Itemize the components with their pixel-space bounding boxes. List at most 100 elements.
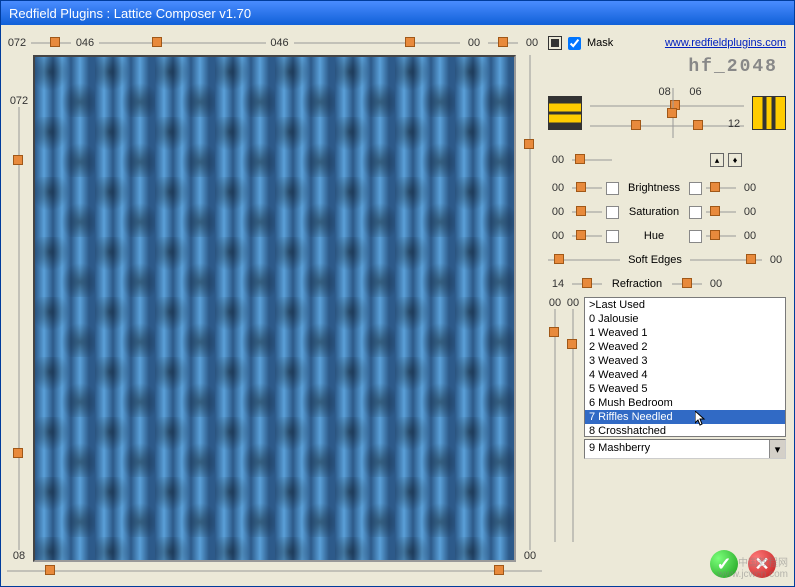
brightness-row: 00 Brightness 00: [548, 177, 786, 199]
mid-left-slider[interactable]: [572, 154, 612, 166]
hue-r: 00: [740, 230, 760, 242]
lattice-pattern: [35, 57, 514, 560]
top-val-2: 046: [75, 37, 95, 49]
top-val-4: 00: [464, 37, 484, 49]
preset-item[interactable]: >Last Used: [585, 298, 785, 312]
preset-item[interactable]: 5 Weaved 5: [585, 382, 785, 396]
hue-slider-l[interactable]: [572, 230, 602, 242]
tiny-toggle-2[interactable]: ♦: [728, 153, 742, 167]
left-column: 072 046 046 00 00 072 08: [7, 31, 542, 580]
refraction-r: 00: [706, 278, 726, 290]
hue-row: 00 Hue 00: [548, 225, 786, 247]
refraction-l: 14: [548, 278, 568, 290]
client-area: 072 046 046 00 00 072 08: [1, 25, 794, 586]
title-bar[interactable]: Redfield Plugins : Lattice Composer v1.7…: [1, 1, 794, 25]
ok-button[interactable]: ✓: [710, 550, 738, 578]
preset-combo-text: 9 Mashberry: [585, 440, 769, 458]
preset-combo[interactable]: 9 Mashberry ▾: [584, 439, 786, 459]
softedges-r: 00: [766, 254, 786, 266]
preset-item[interactable]: 3 Weaved 3: [585, 354, 785, 368]
right-column: Mask www.redfieldplugins.com hf_2048 08 …: [546, 31, 788, 580]
website-link[interactable]: www.redfieldplugins.com: [665, 37, 786, 49]
brightness-label: Brightness: [623, 182, 685, 194]
mask-label: Mask: [587, 37, 613, 49]
left-vslider-top-val: 072: [9, 95, 29, 107]
swatch-row: 08 06 12: [548, 83, 786, 143]
brightness-check[interactable]: [606, 182, 619, 195]
refraction-label: Refraction: [606, 278, 668, 290]
top-slider-1[interactable]: [31, 37, 71, 49]
pattern-swatch-2[interactable]: [752, 96, 786, 130]
mask-indicator[interactable]: [548, 36, 562, 50]
preset-item[interactable]: 4 Weaved 4: [585, 368, 785, 382]
window-title: Redfield Plugins : Lattice Composer v1.7…: [9, 6, 251, 21]
cross-v3: 12: [724, 118, 744, 130]
brand-text: hf_2048: [548, 57, 778, 77]
top-slider-row: 072 046 046 00 00: [7, 31, 542, 55]
rv-a-val: 00: [545, 297, 565, 309]
mid-slider-row: 00 ▴ ♦: [548, 145, 786, 175]
top-val-5: 00: [522, 37, 542, 49]
softedges-slider-r[interactable]: [690, 254, 762, 266]
top-slider-4[interactable]: [488, 37, 518, 49]
hue-slider-r[interactable]: [706, 230, 736, 242]
saturation-check-r[interactable]: [689, 206, 702, 219]
refraction-slider-r[interactable]: [672, 278, 702, 290]
top-slider-3[interactable]: [294, 37, 461, 49]
plugin-window: Redfield Plugins : Lattice Composer v1.7…: [0, 0, 795, 587]
preset-item[interactable]: 6 Mush Bedroom: [585, 396, 785, 410]
rv-a[interactable]: [549, 309, 561, 542]
softedges-row: Soft Edges 00: [548, 249, 786, 271]
preset-item[interactable]: 0 Jalousie: [585, 312, 785, 326]
brightness-l: 00: [548, 182, 568, 194]
cross-v2: 06: [685, 86, 705, 98]
brightness-slider-l[interactable]: [572, 182, 602, 194]
refraction-row: 14 Refraction 00: [548, 273, 786, 295]
saturation-l: 00: [548, 206, 568, 218]
saturation-check[interactable]: [606, 206, 619, 219]
top-slider-2[interactable]: [99, 37, 266, 49]
preset-item[interactable]: 8 Crosshatched: [585, 424, 785, 437]
left-vslider[interactable]: [13, 107, 25, 550]
saturation-slider-l[interactable]: [572, 206, 602, 218]
cross-v[interactable]: [667, 88, 679, 138]
preset-combo-button[interactable]: ▾: [769, 440, 785, 458]
preset-item[interactable]: 1 Weaved 1: [585, 326, 785, 340]
inner-right-vslider-col: 00: [518, 55, 542, 562]
preview-canvas: [33, 55, 516, 562]
left-vslider-col: 072 08: [7, 55, 31, 562]
saturation-r: 00: [740, 206, 760, 218]
tiny-toggle-1[interactable]: ▴: [710, 153, 724, 167]
hue-check[interactable]: [606, 230, 619, 243]
softedges-label: Soft Edges: [624, 254, 686, 266]
cancel-button[interactable]: ✕: [748, 550, 776, 578]
saturation-label: Saturation: [623, 206, 685, 218]
inner-right-vslider-val: 00: [520, 550, 540, 562]
rv-b-val: 00: [563, 297, 583, 309]
rv-b[interactable]: [567, 309, 579, 542]
mask-checkbox[interactable]: [568, 37, 581, 50]
preset-item[interactable]: 7 Riffles Needled: [585, 410, 785, 424]
bottom-slider[interactable]: [7, 565, 542, 577]
preset-item[interactable]: 2 Weaved 2: [585, 340, 785, 354]
hue-l: 00: [548, 230, 568, 242]
top-val-1: 072: [7, 37, 27, 49]
pattern-swatch-1[interactable]: [548, 96, 582, 130]
dialog-buttons: ✓ ✕: [548, 550, 786, 578]
hue-label: Hue: [623, 230, 685, 242]
saturation-row: 00 Saturation 00: [548, 201, 786, 223]
top-val-3: 046: [270, 37, 290, 49]
refraction-slider-l[interactable]: [572, 278, 602, 290]
hue-check-r[interactable]: [689, 230, 702, 243]
cross-sliders: 08 06 12: [590, 88, 744, 138]
brightness-check-r[interactable]: [689, 182, 702, 195]
mask-row: Mask www.redfieldplugins.com: [548, 33, 786, 53]
left-vslider-bot-val: 08: [9, 550, 29, 562]
mid-left-val: 00: [548, 154, 568, 166]
preset-listbox[interactable]: >Last Used0 Jalousie1 Weaved 12 Weaved 2…: [584, 297, 786, 437]
inner-right-vslider[interactable]: [524, 55, 536, 550]
brightness-slider-r[interactable]: [706, 182, 736, 194]
saturation-slider-r[interactable]: [706, 206, 736, 218]
softedges-slider[interactable]: [548, 254, 620, 266]
brightness-r: 00: [740, 182, 760, 194]
